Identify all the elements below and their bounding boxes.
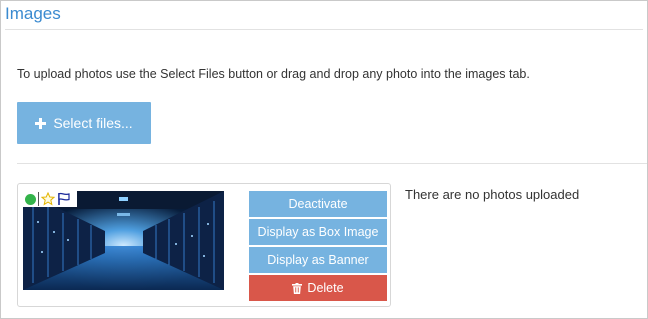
flag-icon[interactable] xyxy=(57,192,71,206)
deactivate-button[interactable]: Deactivate xyxy=(249,191,387,217)
select-files-label: Select files... xyxy=(53,115,133,131)
panel-title: Images xyxy=(5,4,61,23)
star-icon[interactable] xyxy=(40,191,56,206)
display-as-box-image-button[interactable]: Display as Box Image xyxy=(249,219,387,245)
active-status-dot xyxy=(25,193,36,205)
section-divider xyxy=(17,163,647,164)
image-card: Deactivate Display as Box Image Display … xyxy=(17,183,391,307)
image-status-icons xyxy=(23,191,77,207)
delete-button[interactable]: Delete xyxy=(249,275,387,301)
plus-icon xyxy=(35,117,47,129)
images-panel: Images To upload photos use the Select F… xyxy=(0,0,648,319)
trash-icon xyxy=(292,282,303,294)
display-as-banner-button[interactable]: Display as Banner xyxy=(249,247,387,273)
select-files-button[interactable]: Select files... xyxy=(17,102,151,144)
image-actions: Deactivate Display as Box Image Display … xyxy=(249,191,387,303)
status-separator xyxy=(38,192,39,206)
delete-label: Delete xyxy=(307,281,344,295)
title-divider xyxy=(5,29,643,30)
upload-hint: To upload photos use the Select Files bu… xyxy=(17,67,530,81)
no-photos-message: There are no photos uploaded xyxy=(405,187,580,202)
